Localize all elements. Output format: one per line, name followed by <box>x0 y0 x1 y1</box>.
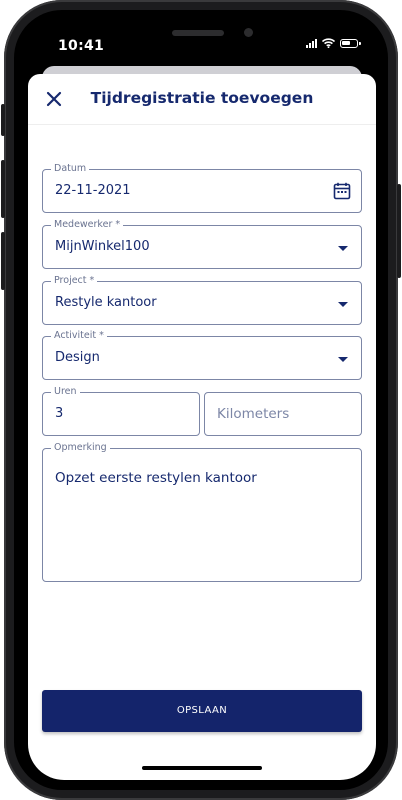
activity-select[interactable]: Activiteit * Design <box>42 330 362 380</box>
project-label: Project * <box>51 275 98 287</box>
home-indicator[interactable] <box>142 766 262 770</box>
kilometers-field[interactable]: Kilometers <box>204 392 362 436</box>
status-icons <box>306 38 361 48</box>
page-title: Tijdregistratie toevoegen <box>90 89 314 107</box>
volume-up-button <box>1 160 5 218</box>
chevron-down-icon <box>338 246 348 251</box>
project-select[interactable]: Project * Restyle kantoor <box>42 275 362 325</box>
hours-value: 3 <box>55 406 64 421</box>
activity-label: Activiteit * <box>51 330 107 342</box>
hours-label: Uren <box>51 386 80 398</box>
front-camera <box>244 28 253 37</box>
hours-field[interactable]: Uren 3 <box>42 386 200 436</box>
save-button[interactable]: OPSLAAN <box>42 690 362 732</box>
project-value: Restyle kantoor <box>55 295 157 310</box>
remark-textarea[interactable]: Opmerking Opzet eerste restylen kantoor <box>42 442 362 582</box>
wifi-icon <box>322 38 335 48</box>
date-value: 22-11-2021 <box>55 183 131 198</box>
kilometers-placeholder: Kilometers <box>217 406 290 422</box>
add-time-entry-sheet: Tijdregistratie toevoegen Datum 22-11-20… <box>28 74 376 780</box>
speaker-grille <box>172 30 224 36</box>
employee-select[interactable]: Medewerker * MijnWinkel100 <box>42 219 362 269</box>
activity-value: Design <box>55 350 100 365</box>
signal-icon <box>306 38 317 48</box>
status-time: 10:41 <box>58 38 105 54</box>
mute-switch <box>1 104 5 136</box>
notch <box>102 24 302 52</box>
remark-label: Opmerking <box>51 442 110 454</box>
sheet-header: Tijdregistratie toevoegen <box>28 74 376 125</box>
date-label: Datum <box>51 163 90 175</box>
volume-down-button <box>1 232 5 290</box>
employee-label: Medewerker * <box>51 219 124 231</box>
screen: 10:41 Tijdregistratie toevoegen Datum 22… <box>28 24 376 780</box>
remark-value: Opzet eerste restylen kantoor <box>55 470 257 486</box>
calendar-icon[interactable] <box>333 182 351 200</box>
employee-value: MijnWinkel100 <box>55 239 150 254</box>
chevron-down-icon <box>338 302 348 307</box>
status-bar: 10:41 <box>28 24 376 68</box>
chevron-down-icon <box>338 357 348 362</box>
power-button <box>397 184 401 278</box>
battery-icon <box>340 38 361 48</box>
date-field[interactable]: Datum 22-11-2021 <box>42 163 362 213</box>
